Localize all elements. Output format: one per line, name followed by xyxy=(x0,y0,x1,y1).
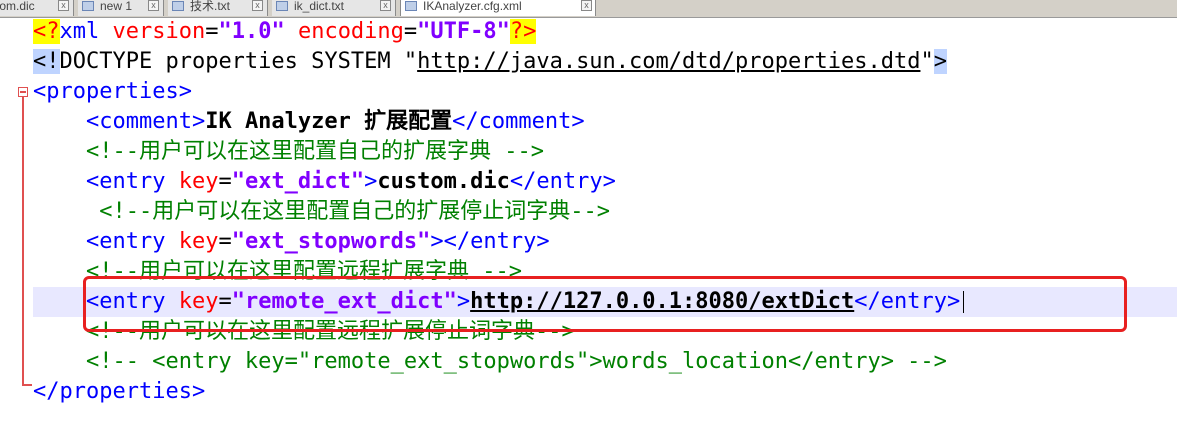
close-icon[interactable]: x xyxy=(58,0,69,11)
tab-new-1[interactable]: new 1 x xyxy=(78,0,164,16)
document-icon xyxy=(405,1,417,11)
code-line-13: </properties> xyxy=(33,379,206,404)
text-caret xyxy=(963,291,964,313)
fold-guide-line xyxy=(22,97,24,386)
code-line-12: <!-- <entry key="remote_ext_stopwords">w… xyxy=(85,349,947,374)
fold-guide-end xyxy=(22,384,32,386)
code-line-2: <!DOCTYPE properties SYSTEM "http://java… xyxy=(33,49,947,74)
fold-collapse-icon[interactable] xyxy=(18,87,28,97)
close-icon[interactable]: x xyxy=(252,0,263,11)
tab-ikanalyzer-cfg-xml[interactable]: IKAnalyzer.cfg.xml x xyxy=(400,0,596,16)
code-line-4: <comment>IK Analyzer 扩展配置</comment> xyxy=(85,109,585,134)
code-line-5: <!--用户可以在这里配置自己的扩展字典 --> xyxy=(85,139,544,164)
document-icon xyxy=(82,1,94,11)
code-line-1: <?xml version="1.0" encoding="UTF-8"?> xyxy=(33,19,537,44)
tab-ik-dict-txt[interactable]: ik_dict.txt x xyxy=(272,0,396,16)
close-icon[interactable]: x xyxy=(380,0,391,11)
code-line-6: <entry key="ext_dict">custom.dic</entry> xyxy=(85,169,616,194)
tab-tom-dic[interactable]: tom.dic x xyxy=(0,0,74,16)
code-line-7: <!--用户可以在这里配置自己的扩展停止词字典--> xyxy=(99,199,610,224)
code-editor[interactable]: <?xml version="1.0" encoding="UTF-8"?> <… xyxy=(33,17,960,407)
code-line-8: <entry key="ext_stopwords"></entry> xyxy=(85,229,550,254)
tab-label: ik_dict.txt xyxy=(294,0,345,13)
close-icon[interactable]: x xyxy=(148,0,159,11)
highlight-box xyxy=(83,276,1127,332)
tab-label: 技术.txt xyxy=(190,0,231,13)
tab-jishu-txt[interactable]: 技术.txt x xyxy=(168,0,268,16)
document-icon xyxy=(276,1,288,11)
document-icon xyxy=(172,1,184,11)
close-icon[interactable]: x xyxy=(581,0,592,11)
tab-label: tom.dic xyxy=(0,0,35,13)
tab-label: IKAnalyzer.cfg.xml xyxy=(423,0,522,13)
code-line-3: <properties> xyxy=(33,79,192,104)
tab-bar: tom.dic x new 1 x 技术.txt x ik_dict.txt x… xyxy=(0,0,1177,18)
tab-label: new 1 xyxy=(100,0,133,13)
